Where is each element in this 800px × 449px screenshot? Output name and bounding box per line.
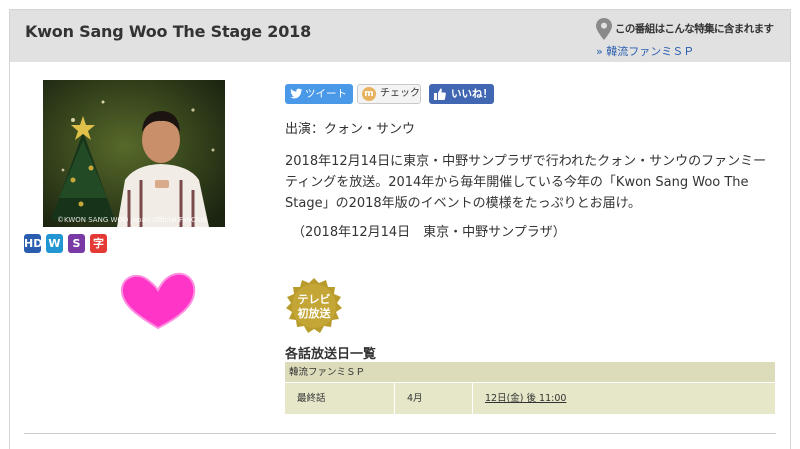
subtitle-badge: 字 (90, 234, 107, 253)
feature-link[interactable]: » 韓流ファンミＳＰ (596, 43, 694, 59)
map-pin-icon (596, 18, 612, 40)
favorite-heart-icon[interactable] (118, 268, 198, 332)
table-row: 最終話 4月 12日(金) 後 11:00 (285, 383, 775, 414)
tweet-button[interactable]: ツイート (285, 84, 353, 104)
first-air-line2: 初放送 (298, 306, 332, 320)
program-header: Kwon Sang Woo The Stage 2018 この番組はこんな特集に… (10, 10, 790, 62)
thumbs-up-icon (434, 88, 446, 100)
airtime-cell: 12日(金) 後 11:00 (473, 383, 775, 414)
stereo-badge: S (68, 234, 85, 253)
schedule-section: 韓流ファンミＳＰ (285, 362, 775, 383)
check-label: チェック (380, 88, 420, 99)
feature-label: この番組はこんな特集に含まれます (615, 23, 774, 35)
event-date: （2018年12月14日 東京・中野サンプラザ） (292, 225, 566, 240)
like-button[interactable]: いいね！ (429, 84, 494, 104)
wide-badge: W (46, 234, 63, 253)
program-detail-panel: Kwon Sang Woo The Stage 2018 この番組はこんな特集に… (9, 9, 791, 449)
airtime-link[interactable]: 12日(金) 後 11:00 (485, 393, 566, 404)
schedule-table: 韓流ファンミＳＰ 最終話 4月 12日(金) 後 11:00 (285, 362, 775, 414)
first-broadcast-badge: テレビ 初放送 (286, 278, 342, 333)
schedule-heading: 各話放送日一覧 (285, 347, 377, 362)
tweet-label: ツイート (305, 88, 347, 100)
program-description: 2018年12月14日に東京・中野サンプラザで行われたクォン・サンウのファンミー… (285, 154, 767, 211)
like-label: いいね！ (451, 88, 493, 100)
episode-cell: 最終話 (285, 383, 395, 414)
first-air-line1: テレビ (298, 292, 331, 306)
divider (24, 433, 776, 434)
month-cell: 4月 (395, 383, 473, 414)
program-image: ©KWON SANG WOO Japan Official FanClub (43, 80, 225, 227)
twitter-bird-icon (290, 88, 303, 99)
cast-text: 出演：クォン・サンウ (285, 122, 416, 137)
check-button[interactable]: m チェック (357, 84, 421, 104)
check-logo-icon: m (362, 87, 376, 101)
program-photo: ©KWON SANG WOO Japan Official FanClub (43, 80, 225, 227)
page-title: Kwon Sang Woo The Stage 2018 (25, 22, 312, 41)
image-credit: ©KWON SANG WOO Japan Official FanClub (57, 216, 207, 224)
hd-badge: HD (24, 234, 42, 253)
